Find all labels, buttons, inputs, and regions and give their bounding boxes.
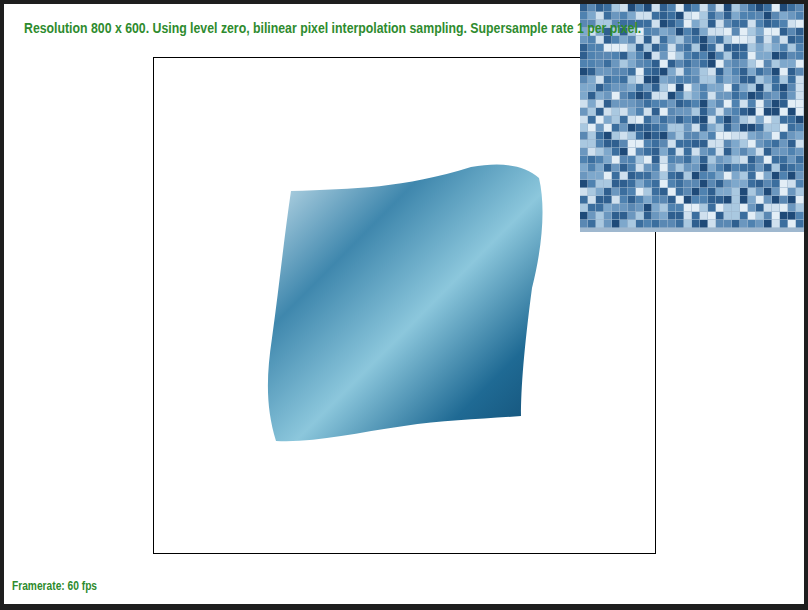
header-text: Resolution 800 x 600. Using level zero, … [24, 18, 664, 38]
framerate-text: Framerate: 60 fps [12, 578, 685, 594]
header-bar: Resolution 800 x 600. Using level zero, … [4, 4, 804, 57]
render-canvas: Resolution 800 x 600. Using level zero, … [4, 4, 804, 604]
app-window: Resolution 800 x 600. Using level zero, … [0, 0, 808, 610]
zoom-inset [580, 4, 804, 232]
status-bar: Framerate: 60 fps [4, 578, 804, 594]
